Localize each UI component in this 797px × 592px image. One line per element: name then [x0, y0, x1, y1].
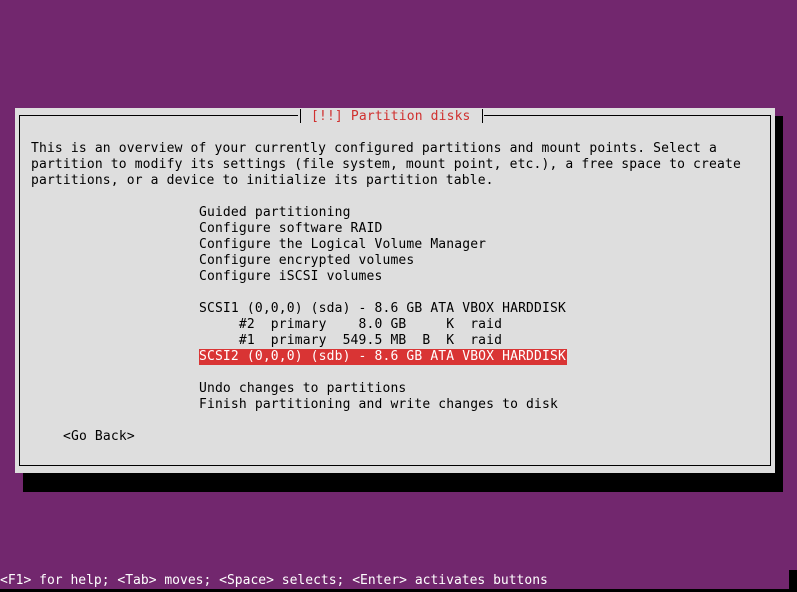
menu-item-lvm[interactable]: Configure the Logical Volume Manager: [199, 237, 486, 253]
title-divider-right: [482, 109, 483, 123]
dialog-title: [!!] Partition disks: [311, 109, 471, 124]
menu-item-iscsi-volumes[interactable]: Configure iSCSI volumes: [199, 269, 382, 285]
menu-item-guided-partitioning[interactable]: Guided partitioning: [199, 205, 351, 221]
partition-sda-1[interactable]: #1 primary 549.5 MB B K raid: [199, 333, 502, 349]
description-line: This is an overview of your currently co…: [31, 141, 717, 156]
partition-sda-2[interactable]: #2 primary 8.0 GB K raid: [199, 317, 502, 333]
device-sda[interactable]: SCSI1 (0,0,0) (sda) - 8.6 GB ATA VBOX HA…: [199, 301, 566, 317]
menu-item-software-raid[interactable]: Configure software RAID: [199, 221, 382, 237]
title-divider-left: [300, 109, 301, 123]
menu-item-encrypted-volumes[interactable]: Configure encrypted volumes: [199, 253, 414, 269]
description-line: partition to modify its settings (file s…: [31, 157, 741, 172]
menu-item-finish-partitioning[interactable]: Finish partitioning and write changes to…: [199, 397, 558, 413]
device-sdb-selected[interactable]: SCSI2 (0,0,0) (sdb) - 8.6 GB ATA VBOX HA…: [199, 349, 567, 365]
menu-item-undo-changes[interactable]: Undo changes to partitions: [199, 381, 406, 397]
description-line: partitions, or a device to initialize it…: [31, 173, 494, 188]
go-back-button[interactable]: <Go Back>: [63, 429, 135, 445]
